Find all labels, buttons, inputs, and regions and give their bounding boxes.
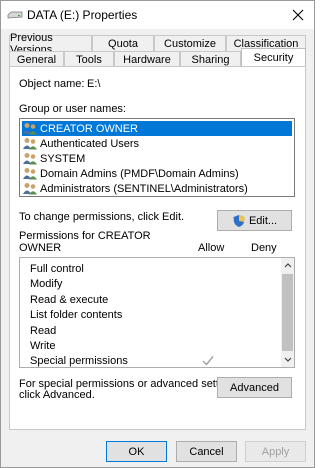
edit-label: Edit... (248, 214, 278, 227)
scrollbar[interactable] (281, 258, 294, 367)
advanced-button[interactable]: Advanced (217, 377, 292, 398)
user-list[interactable]: CREATOR OWNER Authenticated Users SYSTEM (19, 118, 295, 197)
users-icon (23, 153, 37, 165)
title-bar: DATA (E:) Properties (1, 1, 314, 29)
window-title: DATA (E:) Properties (27, 8, 138, 22)
ok-button[interactable]: OK (106, 441, 167, 462)
close-icon (292, 9, 304, 21)
tab-label: Quota (108, 37, 138, 50)
change-permissions-text: To change permissions, click Edit. (19, 211, 185, 223)
tab-general[interactable]: General (9, 51, 64, 67)
tab-label: Customize (164, 37, 216, 50)
users-icon (23, 168, 37, 180)
scroll-thumb[interactable] (282, 274, 293, 351)
object-name-value: E:\ (87, 78, 101, 90)
permissions-for-label-line2: OWNER (19, 242, 62, 254)
tab-tools[interactable]: Tools (64, 51, 114, 67)
permission-row: Write (20, 339, 282, 354)
tab-hardware[interactable]: Hardware (114, 51, 180, 67)
user-name: Administrators (SENTINEL\Administrators) (40, 182, 248, 195)
cancel-label: Cancel (189, 445, 224, 458)
list-item-administrators[interactable]: Administrators (SENTINEL\Administrators) (22, 181, 292, 196)
checkmark-icon (202, 356, 214, 366)
shield-icon (233, 214, 245, 227)
permission-name: Modify (30, 278, 63, 290)
permission-name: Write (30, 340, 56, 352)
list-item-creator-owner[interactable]: CREATOR OWNER (22, 121, 292, 136)
tab-label: Security (253, 52, 294, 64)
permission-row: Full control (20, 262, 282, 277)
list-item-authenticated-users[interactable]: Authenticated Users (22, 136, 292, 151)
tab-label: Hardware (123, 53, 171, 66)
cancel-button[interactable]: Cancel (176, 441, 237, 462)
permission-name: Read & execute (30, 294, 109, 306)
drive-icon (7, 11, 23, 19)
tab-row-bottom: General Tools Hardware Sharing Security (9, 48, 306, 67)
list-item-system[interactable]: SYSTEM (22, 151, 292, 166)
permission-row: Modify (20, 277, 282, 292)
allow-header: Allow (198, 242, 225, 254)
deny-header: Deny (251, 242, 277, 254)
scroll-down-button[interactable] (281, 353, 294, 367)
permission-row: Special permissions (20, 354, 282, 369)
tab-label: Sharing (191, 53, 230, 66)
scroll-up-button[interactable] (281, 258, 294, 272)
permission-name: Read (30, 325, 57, 337)
tab-label: General (16, 53, 57, 66)
advanced-label: Advanced (230, 381, 279, 394)
tab-quota[interactable]: Quota (92, 35, 154, 51)
permission-row: List folder contents (20, 308, 282, 323)
advanced-text-line2: click Advanced. (19, 389, 95, 401)
permission-name: Special permissions (30, 355, 128, 367)
close-button[interactable] (288, 5, 308, 25)
user-name: Authenticated Users (40, 137, 140, 150)
user-name: Domain Admins (PMDF\Domain Admins) (40, 167, 239, 180)
apply-button[interactable]: Apply (245, 441, 306, 462)
group-or-user-label: Group or user names: (19, 103, 126, 115)
ok-label: OK (128, 445, 145, 458)
apply-label: Apply (261, 445, 290, 458)
object-name-label: Object name: (19, 78, 85, 90)
tab-sharing[interactable]: Sharing (180, 51, 241, 67)
tab-customize[interactable]: Customize (154, 35, 226, 51)
chevron-up-icon (284, 263, 291, 268)
permission-row: Read (20, 324, 282, 339)
users-icon (23, 138, 37, 150)
security-panel: Object name: E:\ Group or user names: CR… (9, 66, 306, 430)
permissions-for-label-line1: Permissions for CREATOR (19, 230, 151, 242)
users-icon (23, 183, 37, 195)
tab-previous-versions[interactable]: Previous Versions (9, 32, 92, 56)
tab-label: Tools (76, 53, 102, 66)
list-item-domain-admins[interactable]: Domain Admins (PMDF\Domain Admins) (22, 166, 292, 181)
tab-security[interactable]: Security (241, 48, 306, 67)
permission-name: List folder contents (30, 309, 123, 321)
users-icon (23, 123, 37, 135)
permission-row: Read & execute (20, 293, 282, 308)
edit-button[interactable]: Edit... (217, 210, 292, 231)
permission-name: Full control (30, 263, 84, 275)
chevron-down-icon (284, 357, 291, 362)
permissions-list[interactable]: Full control Modify Read & execute List … (19, 257, 295, 368)
user-name: CREATOR OWNER (40, 122, 138, 135)
user-name: SYSTEM (40, 152, 86, 165)
properties-window: DATA (E:) Properties Previous Versions Q… (0, 0, 315, 468)
